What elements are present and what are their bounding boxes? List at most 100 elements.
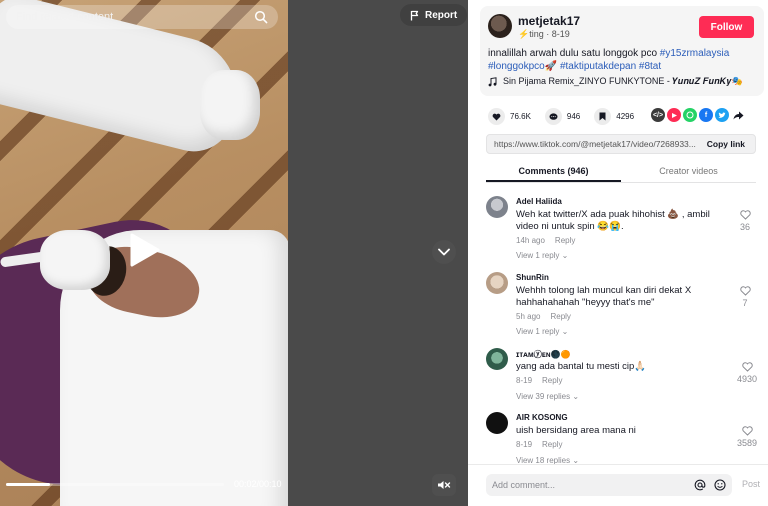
heart-outline-icon[interactable] [739, 210, 751, 220]
reply-button[interactable]: Reply [555, 236, 575, 245]
view-replies-link[interactable]: View 1 reply ⌄ [516, 327, 568, 336]
view-replies-link[interactable]: View 39 replies ⌄ [516, 392, 579, 401]
progress-fill [6, 483, 50, 486]
comment-item: Adel Haliida Weh kat twitter/X ada puak … [486, 190, 764, 266]
comment-like-count: 4930 [736, 374, 758, 384]
emoji-icon[interactable] [714, 479, 726, 491]
cloth-knot [40, 230, 110, 290]
hashtag[interactable]: #longgokpco🚀 [488, 61, 557, 72]
post-button[interactable]: Post [742, 479, 760, 489]
comment-time: 8-19 [516, 440, 533, 449]
comment-meta: 5h ago Reply [516, 312, 571, 321]
comments-tabs: Comments (946) Creator videos [486, 162, 756, 182]
forward-icon[interactable] [731, 108, 745, 122]
twitter-icon[interactable] [715, 108, 729, 122]
heart-outline-icon[interactable] [741, 362, 753, 372]
comment-like[interactable]: 7 [734, 286, 756, 308]
report-label: Report [425, 9, 458, 21]
caption-text: innalillah arwah dulu satu longgok pco [488, 48, 660, 59]
music-note-icon [488, 76, 497, 86]
comment-item: AIR KOSONG uish bersidang area mana ni 8… [486, 406, 764, 464]
heart-icon[interactable] [488, 108, 505, 125]
author-subline: ⚡ting · 8-19 [518, 29, 570, 39]
comment-time: 8-19 [516, 376, 533, 385]
follow-button[interactable]: Follow [699, 16, 754, 38]
comment-like[interactable]: 36 [734, 210, 756, 232]
view-replies-link[interactable]: View 18 replies ⌄ [516, 456, 579, 464]
comment-text: yang ada bantal tu mesti cip🙏🏻 [516, 361, 647, 372]
tiktok-video-page: Report 00:02/00:10 metjetak17 ⚡ting · 8-… [0, 0, 768, 506]
flag-icon [410, 10, 419, 20]
report-button[interactable]: Report [400, 4, 468, 26]
music-link[interactable]: Sin Pijama Remix_ZINYO FUNKYTONE - 𝒀𝒖𝒏𝒖𝒁… [488, 76, 743, 87]
comment-author[interactable]: ɪᴛᴀᴍⓨᴇɴ🌑🟠 [516, 349, 571, 360]
comment-text: Weh kat twitter/X ada puak hihohist 💩 , … [516, 209, 710, 232]
author-username[interactable]: metjetak17 [518, 14, 580, 28]
comment-count: 946 [566, 112, 581, 121]
comment-like[interactable]: 3589 [734, 426, 760, 448]
whatsapp-icon[interactable] [683, 108, 697, 122]
tabs-divider [486, 182, 756, 183]
search-box[interactable] [6, 5, 278, 29]
like-count: 76.6K [510, 112, 531, 121]
copy-link-button[interactable]: Copy link [697, 139, 755, 149]
search-icon[interactable] [254, 10, 268, 24]
author-avatar[interactable] [488, 14, 512, 38]
comment-item: ShunRin Wehhh tolong lah muncul kan diri… [486, 266, 764, 342]
engagement-stats: 76.6K 946 4296 [488, 108, 648, 125]
comment-icon[interactable] [544, 108, 562, 125]
reply-button[interactable]: Reply [550, 312, 570, 321]
hashtag[interactable]: #8tat [639, 61, 661, 72]
comment-avatar[interactable] [486, 412, 508, 434]
tab-comments[interactable]: Comments (946) [486, 162, 621, 182]
pinterest-icon[interactable] [667, 108, 681, 122]
comment-text: uish bersidang area mana ni [516, 425, 636, 436]
comment-list[interactable]: Adel Haliida Weh kat twitter/X ada puak … [486, 190, 764, 464]
search-input[interactable] [16, 11, 254, 23]
comment-avatar[interactable] [486, 196, 508, 218]
play-icon[interactable] [130, 233, 160, 267]
video-url[interactable]: https://www.tiktok.com/@metjetak17/video… [487, 139, 697, 149]
view-replies-link[interactable]: View 1 reply ⌄ [516, 251, 568, 260]
comment-author[interactable]: Adel Haliida [516, 197, 562, 206]
comment-like-count: 7 [742, 298, 748, 308]
comment-avatar[interactable] [486, 272, 508, 294]
mute-button[interactable] [432, 474, 456, 496]
video-player[interactable]: Report 00:02/00:10 [0, 0, 468, 506]
facebook-icon[interactable]: f [699, 108, 713, 122]
comment-stat[interactable]: 946 [544, 108, 581, 125]
cloth-knot [200, 70, 260, 140]
tab-creator-videos[interactable]: Creator videos [621, 162, 756, 182]
music-title: Sin Pijama Remix_ZINYO FUNKYTONE - 𝒀𝒖𝒏𝒖𝒁… [503, 76, 743, 86]
heart-outline-icon[interactable] [741, 426, 753, 436]
heart-outline-icon[interactable] [739, 286, 751, 296]
share-buttons: </> f [651, 108, 745, 122]
reply-button[interactable]: Reply [542, 440, 562, 449]
comment-like-count: 3589 [736, 438, 758, 448]
mute-icon [438, 481, 451, 489]
comment-time: 14h ago [516, 236, 545, 245]
video-caption: innalillah arwah dulu satu longgok pco #… [488, 47, 758, 73]
mention-icon[interactable] [694, 479, 706, 491]
comment-like[interactable]: 4930 [734, 362, 760, 384]
bookmark-icon[interactable] [594, 108, 612, 125]
comment-avatar[interactable] [486, 348, 508, 370]
like-stat[interactable]: 76.6K [488, 108, 531, 125]
comment-meta: 8-19 Reply [516, 376, 562, 385]
add-comment-box[interactable] [486, 474, 732, 496]
save-stat[interactable]: 4296 [594, 108, 634, 125]
embed-icon[interactable]: </> [651, 108, 665, 122]
comment-author[interactable]: ShunRin [516, 273, 549, 282]
next-video-button[interactable] [432, 240, 456, 264]
comment-author[interactable]: AIR KOSONG [516, 413, 568, 422]
video-link-box: https://www.tiktok.com/@metjetak17/video… [486, 134, 756, 154]
comment-text: Wehhh tolong lah muncul kan diri dekat X… [516, 285, 692, 308]
progress-bar[interactable] [6, 483, 224, 486]
hashtag[interactable]: #taktiputakdepan [560, 61, 636, 72]
hashtag[interactable]: #y15zrmalaysia [660, 48, 729, 59]
chevron-down-icon [438, 248, 450, 256]
add-comment-input[interactable] [492, 480, 694, 490]
comment-like-count: 36 [739, 222, 750, 232]
reply-button[interactable]: Reply [542, 376, 562, 385]
comment-meta: 8-19 Reply [516, 440, 562, 449]
